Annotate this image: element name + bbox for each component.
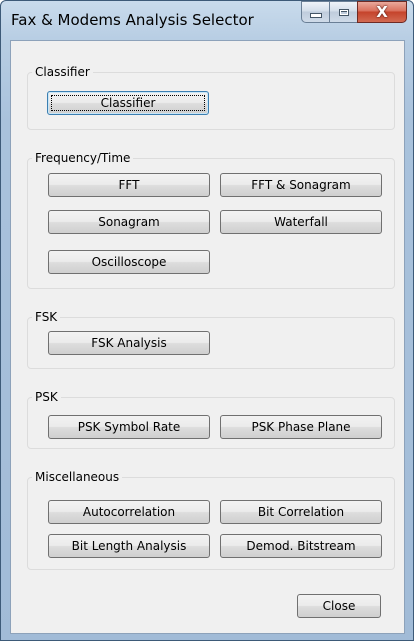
sonagram-button[interactable]: Sonagram	[48, 210, 210, 234]
group-label-frequency-time: Frequency/Time	[32, 151, 134, 165]
dialog-client-area: Classifier Classifier Frequency/Time FFT…	[10, 40, 405, 634]
fsk-analysis-button[interactable]: FSK Analysis	[48, 331, 210, 355]
close-icon: X	[376, 3, 388, 21]
group-label-miscellaneous: Miscellaneous	[32, 470, 123, 484]
oscilloscope-button[interactable]: Oscilloscope	[48, 250, 210, 274]
window-title: Fax & Modems Analysis Selector	[11, 11, 254, 29]
psk-symbol-rate-button[interactable]: PSK Symbol Rate	[48, 415, 210, 439]
minimize-button[interactable]	[301, 1, 329, 23]
caption-buttons: X	[301, 1, 407, 23]
fft-sonagram-button[interactable]: FFT & Sonagram	[220, 173, 382, 197]
maximize-icon	[338, 8, 349, 16]
classifier-button[interactable]: Classifier	[47, 91, 209, 115]
demod-bitstream-button[interactable]: Demod. Bitstream	[220, 534, 382, 558]
group-label-psk: PSK	[32, 390, 61, 404]
minimize-icon	[309, 12, 322, 18]
waterfall-button[interactable]: Waterfall	[220, 210, 382, 234]
bit-correlation-button[interactable]: Bit Correlation	[220, 500, 382, 524]
dialog-window: Fax & Modems Analysis Selector X Classif…	[0, 0, 414, 641]
title-bar[interactable]: Fax & Modems Analysis Selector X	[1, 1, 413, 39]
group-label-classifier: Classifier	[32, 65, 93, 79]
close-window-button[interactable]: X	[357, 1, 407, 23]
autocorrelation-button[interactable]: Autocorrelation	[48, 500, 210, 524]
fft-button[interactable]: FFT	[48, 173, 210, 197]
maximize-button[interactable]	[329, 1, 357, 23]
group-label-fsk: FSK	[32, 310, 61, 324]
psk-phase-plane-button[interactable]: PSK Phase Plane	[220, 415, 382, 439]
close-button[interactable]: Close	[297, 594, 381, 618]
bit-length-analysis-button[interactable]: Bit Length Analysis	[48, 534, 210, 558]
